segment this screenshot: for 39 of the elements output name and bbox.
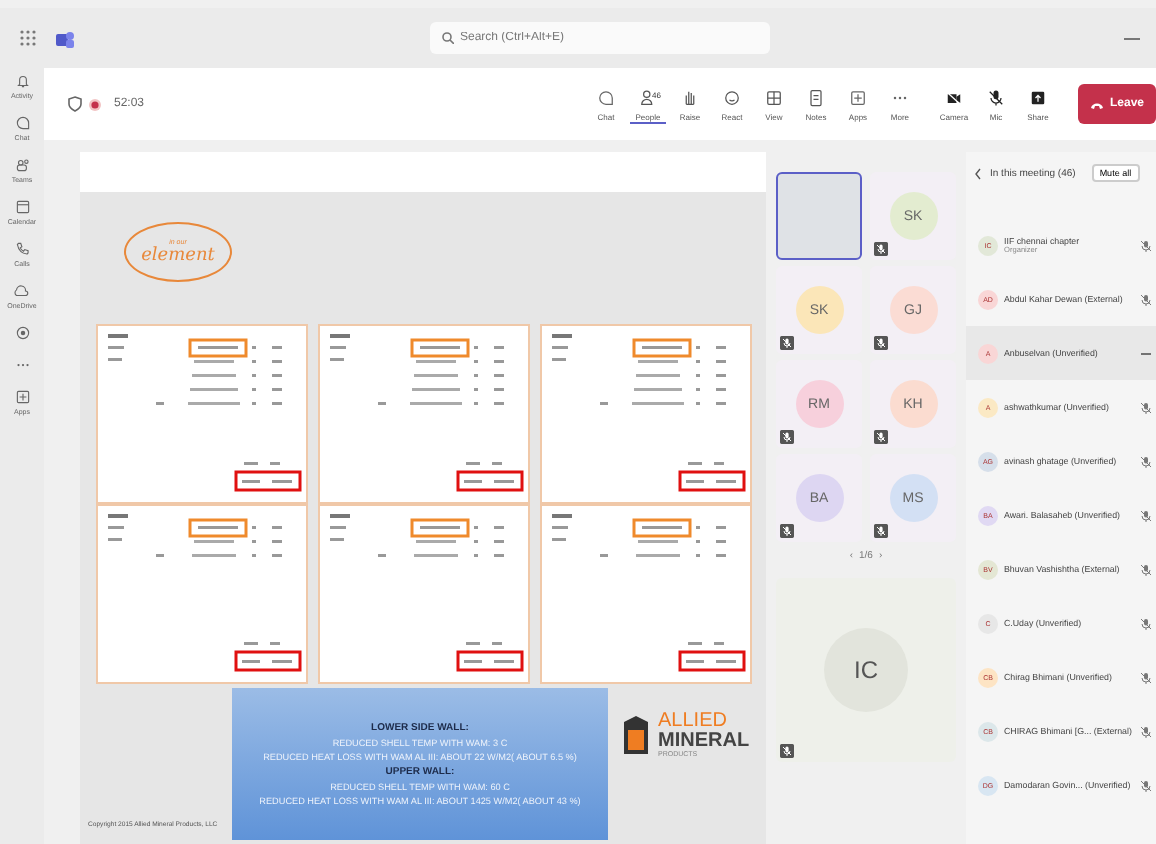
plus-icon [13,388,31,406]
calendar-icon [13,198,31,216]
participant-avatar: IC [824,628,908,712]
grid-icon [763,88,784,108]
share-icon [1027,88,1048,108]
rail-icon-button[interactable] [13,324,31,342]
mic-off-icon [780,336,794,350]
mic-off-icon [780,430,794,444]
video-placeholder [776,172,862,260]
search-icon [442,32,454,44]
phone-icon [1089,99,1104,109]
brand-name: ALLIED [658,712,729,732]
participant-tile[interactable]: IC [776,578,956,762]
mic-off-icon [874,524,888,538]
plus-icon [847,88,868,108]
mic-off-icon [985,88,1006,108]
minimize-button[interactable] [1124,37,1140,39]
mic-off-icon [780,744,794,758]
teams-icon [13,156,31,174]
camera-off-icon [943,88,964,108]
mic-off-icon [780,524,794,538]
chat-icon [595,88,616,108]
mic-off-icon [874,242,888,256]
app-icon [13,324,31,342]
chat-icon [13,114,31,132]
people-icon [637,88,658,108]
mineral-logo-icon [620,713,652,758]
brand-name: MINERAL [658,732,750,752]
bell-icon [13,72,31,90]
app-grid-icon [20,30,36,46]
notes-icon [805,88,826,108]
cloud-icon [12,282,31,300]
mic-off-icon [874,430,888,444]
shield-icon [68,96,82,112]
teams-logo-icon [56,29,74,47]
phone-icon [13,240,31,258]
back-icon [974,167,982,179]
mic-off-icon [874,336,888,350]
smiley-icon [721,88,742,108]
